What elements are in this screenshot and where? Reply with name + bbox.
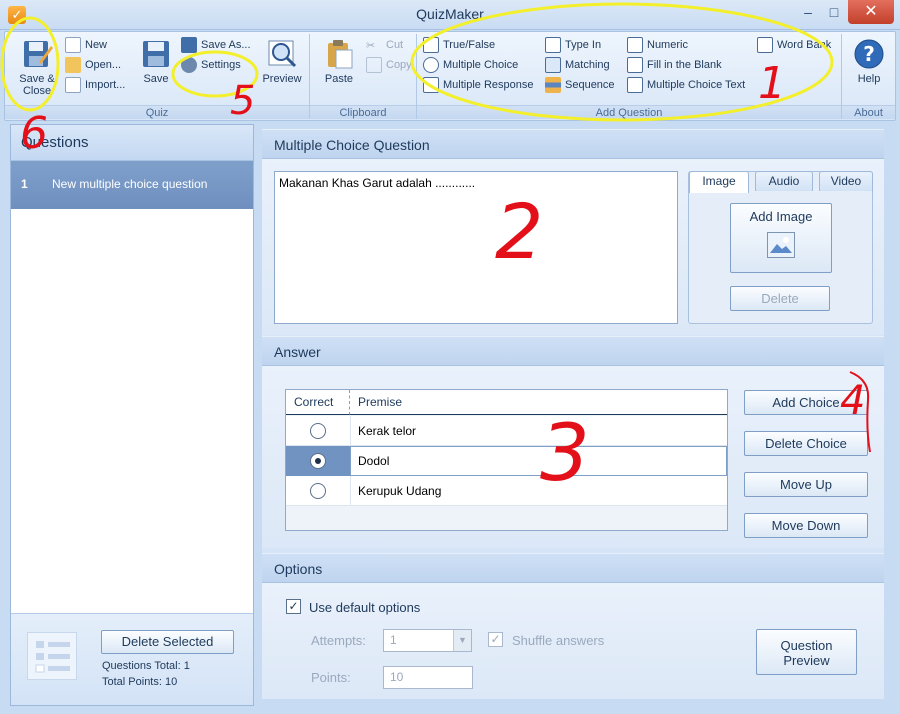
annotation-yellow-circle	[0, 16, 60, 112]
annotation-number: 6	[20, 108, 48, 159]
annotation-number: 3	[540, 409, 590, 499]
annotation-number: 4	[840, 378, 865, 424]
annotation-number: 1	[758, 58, 786, 109]
annotation-number: 5	[230, 78, 255, 124]
annotation-number: 2	[495, 187, 543, 276]
annotation-overlay: 1 2 3 4 5 6	[0, 2, 871, 499]
